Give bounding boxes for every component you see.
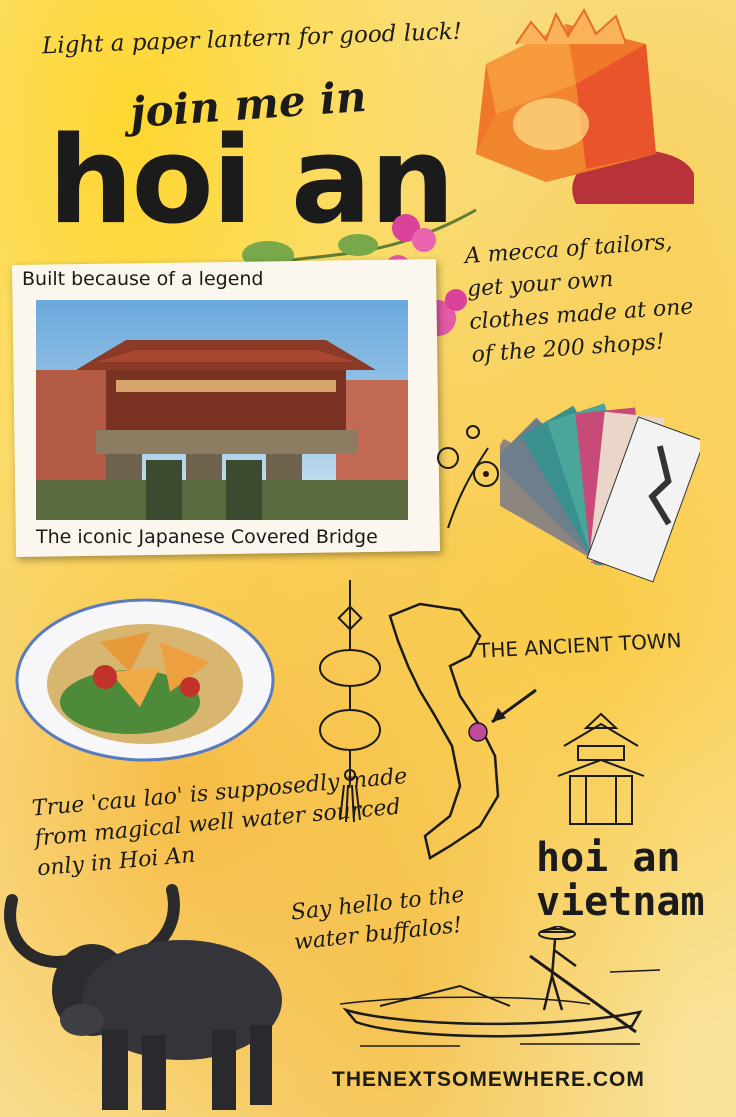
- location-city: hoi an: [536, 835, 681, 881]
- cau-lao-bowl: [15, 598, 275, 762]
- tagline: Light a paper lantern for good luck!: [41, 18, 463, 60]
- poster: Light a paper lantern for good luck! joi…: [0, 0, 736, 1117]
- flower-doodle: [437, 425, 499, 529]
- location-badge: hoi an vietnam: [536, 836, 705, 924]
- bridge-caption: The iconic Japanese Covered Bridge: [36, 526, 378, 548]
- website-url: THENEXTSOMEWHERE.COM: [332, 1068, 645, 1091]
- location-country: vietnam: [536, 879, 705, 925]
- fabric-swatches: [500, 403, 700, 583]
- pagoda-drawing: [557, 712, 645, 825]
- cau-lao-note: True 'cau lao' is supposedly made from m…: [30, 763, 409, 882]
- boat-rower-drawing: [340, 926, 661, 1047]
- covered-bridge-photo: [36, 300, 408, 520]
- water-buffalo: [4, 884, 282, 1110]
- bridge-legend-label: Built because of a legend: [22, 268, 264, 290]
- paper-lantern-illustration: [476, 7, 694, 204]
- tailors-note: A mecca of tailors, get your own clothes…: [463, 229, 695, 368]
